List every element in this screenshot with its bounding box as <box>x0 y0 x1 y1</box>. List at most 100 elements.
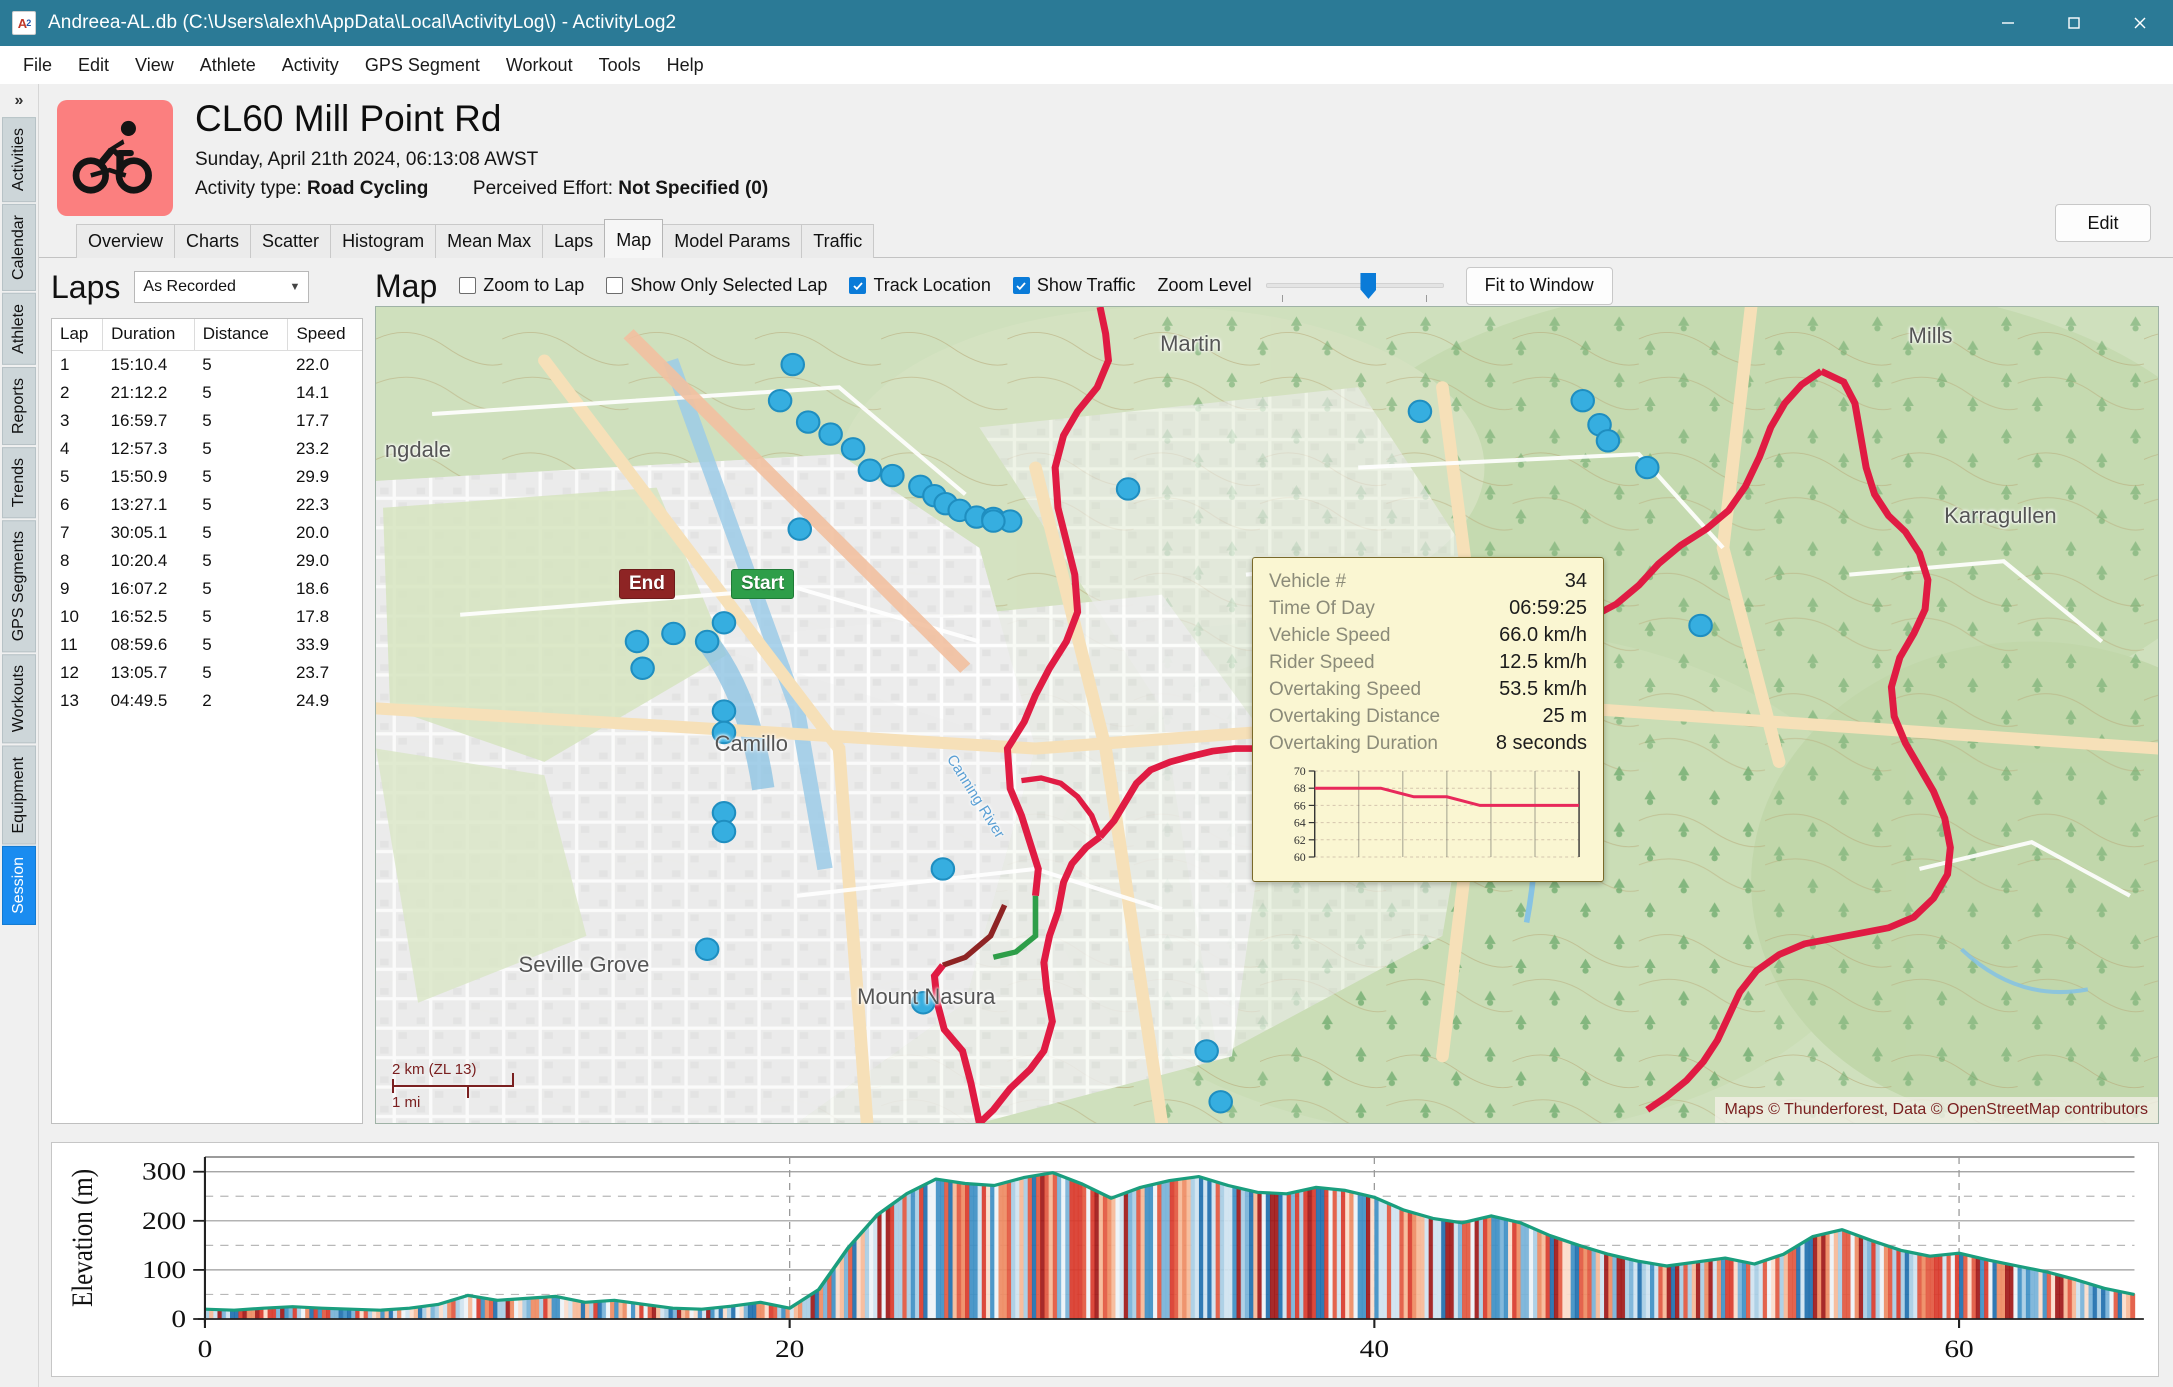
checkbox-label: Show Only Selected Lap <box>630 275 828 296</box>
laps-cell: 16:59.7 <box>110 411 168 430</box>
table-row[interactable]: 6 13:27.1 5 22.3 <box>52 491 362 519</box>
tab-charts[interactable]: Charts <box>174 223 252 258</box>
laps-column-header[interactable]: Distance <box>194 319 289 351</box>
check-icon <box>849 277 867 295</box>
table-row[interactable]: 7 30:05.1 5 20.0 <box>52 519 362 547</box>
laps-cell: 20.0 <box>295 523 330 542</box>
tab-mean-max[interactable]: Mean Max <box>435 223 544 258</box>
expand-sidebar-button[interactable]: » <box>0 86 38 116</box>
sidebar-item-trends[interactable]: Trends <box>2 446 36 519</box>
popup-row: Time Of Day 06:59:25 <box>1269 597 1587 620</box>
start-marker-label[interactable]: Start <box>731 568 795 599</box>
checkbox-zoom-to-lap[interactable]: Zoom to Lap <box>459 275 584 296</box>
zoom-level-slider[interactable] <box>1265 271 1444 302</box>
table-row[interactable]: 12 13:05.7 5 23.7 <box>52 659 362 687</box>
laps-cell: 5 <box>202 467 212 486</box>
perceived-effort-label: Perceived Effort: <box>472 177 614 199</box>
edit-button[interactable]: Edit <box>2055 204 2151 242</box>
laps-column-header[interactable]: Speed <box>287 319 362 351</box>
laps-cell: 17.8 <box>295 607 330 626</box>
laps-table-container[interactable]: Lap Duration Distance Speed 1 15:10.4 5 22.0 2 2… <box>51 318 363 1124</box>
table-row[interactable]: 5 15:50.9 5 29.9 <box>52 463 362 491</box>
menu-item-help[interactable]: Help <box>654 51 717 80</box>
popup-value: 12.5 km/h <box>1499 650 1587 673</box>
menu-item-workout[interactable]: Workout <box>493 51 586 80</box>
overtaking-info-popup[interactable]: Vehicle # 34 Time Of Day 06:59:25 Vehicle Sp… <box>1252 556 1604 882</box>
menu-item-tools[interactable]: Tools <box>586 51 654 80</box>
table-row[interactable]: 3 16:59.7 5 17.7 <box>52 407 362 435</box>
laps-cell: 30:05.1 <box>110 523 168 542</box>
tab-scatter[interactable]: Scatter <box>250 223 332 258</box>
table-row[interactable]: 1 15:10.4 5 22.0 <box>52 351 362 380</box>
sidebar-item-gps-segments[interactable]: GPS Segments <box>2 520 36 653</box>
sidebar-item-calendar[interactable]: Calendar <box>2 204 36 292</box>
svg-text:Elevation (m): Elevation (m) <box>66 1169 98 1307</box>
laps-mode-select[interactable]: As Recorded ▼ <box>134 271 310 303</box>
minimize-icon[interactable] <box>1975 0 2041 46</box>
tab-overview[interactable]: Overview <box>76 223 176 258</box>
slider-thumb[interactable] <box>1360 272 1377 299</box>
menu-item-view[interactable]: View <box>122 51 187 80</box>
laps-cell: 9 <box>60 579 70 598</box>
end-marker-label[interactable]: End <box>619 568 675 599</box>
checkbox-show-traffic[interactable]: Show Traffic <box>1012 275 1136 296</box>
table-row[interactable]: 13 04:49.5 2 24.9 <box>52 687 362 715</box>
table-row[interactable]: 9 16:07.2 5 18.6 <box>52 575 362 603</box>
svg-text:60: 60 <box>1294 850 1306 864</box>
tab-laps[interactable]: Laps <box>542 223 606 258</box>
sidebar-item-session[interactable]: Session <box>2 846 36 926</box>
tab-map[interactable]: Map <box>604 218 664 258</box>
laps-cell: 5 <box>202 551 212 570</box>
table-row[interactable]: 2 21:12.2 5 14.1 <box>52 379 362 407</box>
svg-text:70: 70 <box>1294 764 1306 778</box>
table-row[interactable]: 4 12:57.3 5 23.2 <box>52 435 362 463</box>
sidebar-item-workouts[interactable]: Workouts <box>2 654 36 744</box>
tab-histogram[interactable]: Histogram <box>330 223 437 258</box>
application-window: A2 Andreea-AL.db (C:\Users\alexh\AppData… <box>0 0 2173 1387</box>
laps-cell: 5 <box>202 663 212 682</box>
sidebar-item-equipment[interactable]: Equipment <box>2 745 36 845</box>
table-row[interactable]: 10 16:52.5 5 17.8 <box>52 603 362 631</box>
laps-cell: 12:57.3 <box>110 439 168 458</box>
map-toolbar: Map Zoom to Lap Show Only Selected Lap Tra… <box>375 266 2159 306</box>
laps-cell: 3 <box>60 411 70 430</box>
scale-bar-graphic <box>392 1072 514 1098</box>
menu-item-file[interactable]: File <box>10 51 65 80</box>
checkbox-label: Zoom to Lap <box>483 275 585 296</box>
close-icon[interactable] <box>2107 0 2173 46</box>
tab-model-params[interactable]: Model Params <box>662 223 803 258</box>
map-canvas[interactable]: MartinMillsKarragullenngdaleCamilloRoley… <box>375 305 2159 1124</box>
laps-cell: 29.0 <box>295 551 330 570</box>
checkbox-show-only-selected-lap[interactable]: Show Only Selected Lap <box>606 275 827 296</box>
tab-traffic[interactable]: Traffic <box>801 223 875 258</box>
laps-cell: 5 <box>60 467 70 486</box>
laps-cell: 16:07.2 <box>110 579 168 598</box>
svg-text:20: 20 <box>775 1335 804 1362</box>
laps-column-header[interactable]: Lap <box>52 319 104 351</box>
laps-cell: 04:49.5 <box>110 691 168 710</box>
menu-item-edit[interactable]: Edit <box>65 51 122 80</box>
activity-type-value: Road Cycling <box>306 177 429 199</box>
popup-value: 53.5 km/h <box>1499 677 1587 700</box>
sidebar-item-athlete[interactable]: Athlete <box>2 293 36 365</box>
menu-item-gps-segment[interactable]: GPS Segment <box>352 51 493 80</box>
scale-km-label: 2 km (ZL 13) <box>392 1060 477 1078</box>
elevation-profile-chart[interactable]: 0 100 200 300 0 20 40 60 Elevation (m) <box>51 1142 2159 1377</box>
laps-cell: 22.3 <box>295 495 330 514</box>
checkbox-track-location[interactable]: Track Location <box>849 275 991 296</box>
maximize-icon[interactable] <box>2041 0 2107 46</box>
laps-cell: 13:27.1 <box>110 495 168 514</box>
table-row[interactable]: 8 10:20.4 5 29.0 <box>52 547 362 575</box>
laps-cell: 12 <box>60 663 79 682</box>
menu-item-activity[interactable]: Activity <box>269 51 352 80</box>
laps-mode-value: As Recorded <box>143 278 236 295</box>
activitylog-icon: A2 <box>12 11 36 35</box>
laps-column-header[interactable]: Duration <box>102 319 195 351</box>
svg-text:200: 200 <box>142 1207 186 1234</box>
table-row[interactable]: 11 08:59.6 5 33.9 <box>52 631 362 659</box>
laps-cell: 2 <box>202 691 212 710</box>
menu-item-athlete[interactable]: Athlete <box>187 51 269 80</box>
sidebar-item-reports[interactable]: Reports <box>2 366 36 445</box>
fit-to-window-button[interactable]: Fit to Window <box>1465 266 1613 305</box>
sidebar-item-activities[interactable]: Activities <box>2 117 36 203</box>
